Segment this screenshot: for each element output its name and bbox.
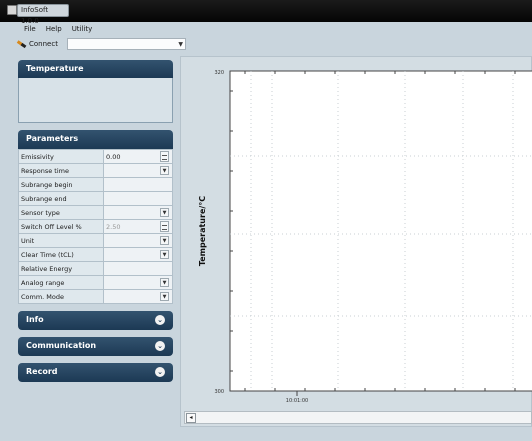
parameter-value[interactable] — [103, 191, 173, 206]
parameter-label: Switch Off Level % — [18, 219, 104, 234]
communication-panel-header[interactable]: Communication ⌄ — [18, 337, 173, 356]
connect-toolbar: Connect ▼ — [15, 37, 186, 51]
parameter-row: Switch Off Level % 2.50 — [18, 219, 173, 234]
parameter-value[interactable]: 0.00 — [103, 149, 173, 164]
parameter-value-text: 2.50 — [106, 222, 121, 231]
plug-icon — [17, 40, 27, 48]
y-tick-label: 300 — [214, 389, 224, 395]
parameter-label: Emissivity — [18, 149, 104, 164]
window-title: InfoSoft 1.0.0 — [17, 4, 69, 25]
spinner-icon — [160, 221, 169, 232]
plot-area — [229, 70, 532, 392]
parameter-value: 2.50 — [103, 219, 173, 234]
parameter-row: Subrange begin — [18, 177, 173, 192]
spinner-icon[interactable] — [160, 151, 169, 162]
parameter-value[interactable]: ▼ — [103, 247, 173, 262]
chevron-down-icon[interactable]: ▼ — [160, 278, 169, 287]
y-tick-label: 320 — [214, 70, 224, 76]
menu-utility[interactable]: Utility — [72, 25, 93, 33]
parameter-value-text: 0.00 — [106, 152, 121, 161]
temperature-panel-header[interactable]: Temperature — [18, 60, 173, 78]
parameter-label: Response time — [18, 163, 104, 178]
temperature-panel-body — [18, 78, 173, 123]
parameter-value[interactable]: ▼ — [103, 233, 173, 248]
parameter-label: Clear Time (tCL) — [18, 247, 104, 262]
chevron-down-icon[interactable]: ▼ — [160, 208, 169, 217]
connect-button[interactable]: Connect — [17, 38, 58, 50]
temperature-panel-title: Temperature — [26, 64, 84, 73]
scroll-left-icon[interactable]: ◂ — [186, 413, 196, 423]
parameter-label: Comm. Mode — [18, 289, 104, 304]
parameters-panel-title: Parameters — [26, 134, 79, 143]
parameter-label: Unit — [18, 233, 104, 248]
x-tick-label: 10:01:00 — [286, 398, 308, 404]
expand-icon[interactable]: ⌄ — [155, 367, 165, 377]
y-axis-title: Temperature/°C — [198, 196, 207, 266]
temperature-chart: 320 300 10:01:00 Temperature/°C — [198, 70, 532, 404]
expand-icon[interactable]: ⌄ — [155, 341, 165, 351]
title-bar: InfoSoft 1.0.0 — [0, 0, 532, 25]
chart-panel: 320 300 10:01:00 Temperature/°C — [180, 56, 532, 427]
info-panel-header[interactable]: Info ⌄ — [18, 311, 173, 330]
chevron-down-icon[interactable]: ▼ — [160, 166, 169, 175]
parameter-row: Analog range ▼ — [18, 275, 173, 290]
parameter-value[interactable]: ▼ — [103, 275, 173, 290]
parameter-label: Subrange end — [18, 191, 104, 206]
chevron-down-icon[interactable]: ▼ — [160, 236, 169, 245]
record-panel-title: Record — [26, 367, 58, 376]
chart-horizontal-scrollbar[interactable]: ◂ — [184, 411, 532, 424]
info-panel-title: Info — [26, 315, 44, 324]
parameter-row: Sensor type ▼ — [18, 205, 173, 220]
parameter-value[interactable]: ▼ — [103, 163, 173, 178]
parameter-label: Subrange begin — [18, 177, 104, 192]
parameter-value[interactable] — [103, 177, 173, 192]
connect-label: Connect — [29, 40, 58, 48]
parameter-label: Sensor type — [18, 205, 104, 220]
menu-file[interactable]: File — [24, 25, 36, 33]
parameters-table: Emissivity 0.00 Response time ▼ Subrange beg… — [18, 149, 173, 304]
parameter-row: Comm. Mode ▼ — [18, 289, 173, 304]
app-icon — [7, 5, 17, 15]
parameter-row: Clear Time (tCL) ▼ — [18, 247, 173, 262]
menu-bar: File Help Utility — [14, 22, 214, 36]
record-panel-header[interactable]: Record ⌄ — [18, 363, 173, 382]
parameter-label: Analog range — [18, 275, 104, 290]
menu-help[interactable]: Help — [46, 25, 62, 33]
parameter-value[interactable]: ▼ — [103, 205, 173, 220]
parameter-row: Emissivity 0.00 — [18, 149, 173, 164]
parameter-value[interactable]: ▼ — [103, 289, 173, 304]
chevron-down-icon[interactable]: ▼ — [160, 292, 169, 301]
parameter-label: Relative Energy — [18, 261, 104, 276]
chevron-down-icon: ▼ — [178, 41, 183, 48]
chevron-down-icon[interactable]: ▼ — [160, 250, 169, 259]
port-select[interactable]: ▼ — [67, 38, 186, 50]
parameters-panel-header[interactable]: Parameters — [18, 130, 173, 149]
expand-icon[interactable]: ⌄ — [155, 315, 165, 325]
parameter-row: Unit ▼ — [18, 233, 173, 248]
parameter-row: Relative Energy — [18, 261, 173, 276]
parameter-row: Subrange end — [18, 191, 173, 206]
parameter-row: Response time ▼ — [18, 163, 173, 178]
communication-panel-title: Communication — [26, 341, 97, 350]
parameter-value[interactable] — [103, 261, 173, 276]
